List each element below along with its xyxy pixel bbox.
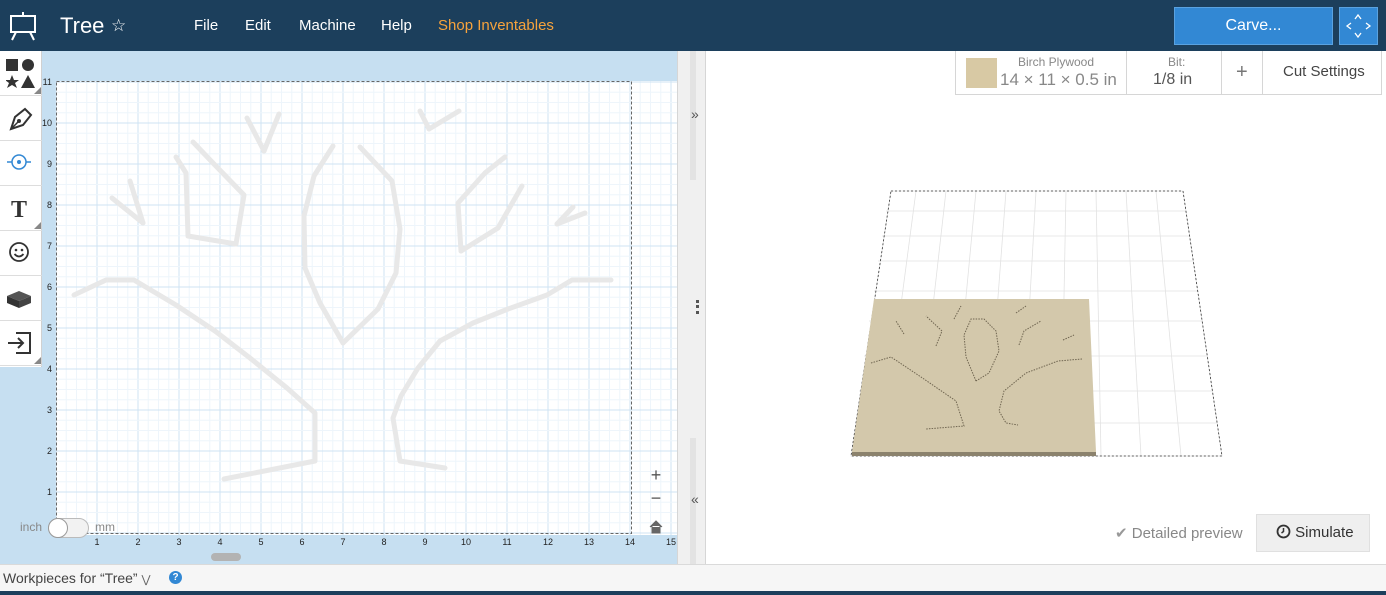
help-icon[interactable]: ? [169, 571, 182, 584]
design-canvas-area[interactable]: 1 2 3 4 5 6 7 8 9 10 11 12 13 14 15 1 2 3 4 5 6 7 8 9 10 11 [0, 51, 677, 564]
bit-value[interactable]: 1/8 in [1153, 71, 1192, 89]
divider [1262, 51, 1263, 95]
star-icon[interactable]: ☆ [111, 16, 126, 36]
brick-icon [7, 291, 31, 308]
import-icon [8, 332, 31, 354]
workpieces-label: Workpieces for “Tree” [3, 570, 138, 586]
pen-tool[interactable] [0, 96, 42, 141]
x-tick-label: 6 [299, 537, 304, 547]
design-canvas[interactable]: 1 2 3 4 5 6 7 8 9 10 11 12 13 14 15 1234567891011 [0, 51, 677, 564]
x-tick-label: 3 [176, 537, 181, 547]
unit-toggle[interactable] [48, 518, 89, 538]
unit-inch-label: inch [20, 520, 43, 534]
unit-mm-label: mm [95, 520, 115, 534]
x-tick-label: 15 [666, 537, 676, 547]
y-ruler: 1 2 3 4 5 6 7 8 9 10 11 [42, 77, 52, 497]
apps-tool[interactable] [0, 276, 42, 321]
menu-shop-inventables[interactable]: Shop Inventables [438, 17, 554, 34]
menu-file[interactable]: File [194, 17, 218, 34]
clock-icon [1276, 524, 1291, 539]
checkmark-icon: ✔ [1115, 525, 1128, 542]
x-tick-label: 2 [135, 537, 140, 547]
menu-machine[interactable]: Machine [299, 17, 356, 34]
x-tick-label: 12 [543, 537, 553, 547]
y-tick-label: 6 [47, 282, 52, 292]
document-title[interactable]: Tree [60, 13, 104, 39]
material-dimensions[interactable]: 14 × 11 × 0.5 in [1000, 70, 1117, 90]
cut-settings-button[interactable]: Cut Settings [1283, 63, 1365, 80]
y-tick-label: 9 [47, 159, 52, 169]
splitter-handle-icon[interactable] [696, 300, 699, 314]
shapes-tool[interactable] [0, 51, 42, 96]
crosshair-icon [7, 154, 31, 170]
y-tick-label: 10 [42, 118, 52, 128]
expand-arrows-icon [1345, 13, 1372, 39]
detailed-preview-label: Detailed preview [1131, 525, 1243, 542]
material-swatch[interactable] [966, 58, 997, 88]
detailed-preview-toggle[interactable]: ✔ Detailed preview [1115, 524, 1243, 542]
home-icon [649, 520, 663, 534]
x-tick-label: 4 [217, 537, 222, 547]
bottom-border [0, 591, 1386, 595]
y-tick-label: 8 [47, 200, 52, 210]
home-button[interactable] [645, 517, 667, 539]
horizontal-scrollbar[interactable] [211, 553, 241, 561]
shapes-icon [6, 59, 35, 88]
expand-button[interactable] [1339, 7, 1378, 45]
x-tick-label: 11 [502, 537, 511, 547]
workpiece-3d [852, 299, 1096, 456]
3d-preview[interactable] [706, 51, 1382, 564]
smiley-icon [9, 242, 29, 262]
grid-lines [55, 81, 677, 535]
x-tick-label: 13 [584, 537, 594, 547]
tool-corner-icon [34, 87, 41, 94]
x-ruler: 1 2 3 4 5 6 7 8 9 10 11 12 13 14 15 [94, 537, 676, 547]
x-tick-label: 9 [422, 537, 427, 547]
x-tick-label: 10 [461, 537, 471, 547]
y-tick-label: 11 [43, 77, 52, 87]
tool-palette: T [0, 51, 42, 367]
y-tick-label: 2 [47, 446, 52, 456]
divider [1126, 51, 1127, 95]
y-tick-label: 3 [47, 405, 52, 415]
text-tool[interactable]: T [0, 186, 42, 231]
x-tick-label: 5 [258, 537, 263, 547]
simulate-label: Simulate [1295, 524, 1354, 541]
menu-edit[interactable]: Edit [245, 17, 271, 34]
easel-logo-icon[interactable] [8, 11, 38, 41]
point-tool[interactable] [0, 141, 42, 186]
icons-tool[interactable] [0, 231, 42, 276]
import-tool[interactable] [0, 321, 42, 366]
zoom-in-button[interactable]: + [645, 464, 667, 486]
zoom-out-button[interactable]: − [645, 487, 667, 509]
unit-toggle-knob[interactable] [48, 518, 68, 538]
material-panel: Birch Plywood 14 × 11 × 0.5 in Bit: 1/8 … [955, 51, 1382, 95]
y-tick-label: 1 [47, 487, 52, 497]
x-tick-label: 1 [94, 537, 99, 547]
x-tick-label: 7 [340, 537, 345, 547]
carve-button[interactable]: Carve... [1174, 7, 1333, 45]
y-tick-label: 7 [47, 241, 52, 251]
svg-text:T: T [11, 197, 27, 223]
text-icon: T [11, 197, 27, 223]
top-bar: Tree ☆ File Edit Machine Help Shop Inven… [0, 0, 1386, 51]
x-tick-label: 14 [625, 537, 635, 547]
pen-icon [9, 107, 33, 131]
bit-label: Bit: [1168, 55, 1186, 69]
divider [1221, 51, 1222, 95]
y-tick-label: 5 [47, 323, 52, 333]
y-tick-label: 4 [47, 364, 52, 374]
collapse-right-icon[interactable]: » [691, 106, 699, 122]
x-tick-label: 8 [381, 537, 386, 547]
tool-corner-icon [34, 357, 41, 364]
simulate-button[interactable]: Simulate [1256, 514, 1370, 552]
workpieces-toggle[interactable]: Workpieces for “Tree” ⋁ [3, 570, 151, 586]
add-bit-button[interactable]: + [1236, 61, 1248, 84]
panel-splitter[interactable] [677, 51, 706, 564]
material-name[interactable]: Birch Plywood [1018, 55, 1094, 69]
tool-corner-icon [34, 222, 41, 229]
chevron-down-icon: ⋁ [141, 574, 151, 586]
menu-help[interactable]: Help [381, 17, 412, 34]
collapse-left-icon[interactable]: « [691, 491, 699, 507]
